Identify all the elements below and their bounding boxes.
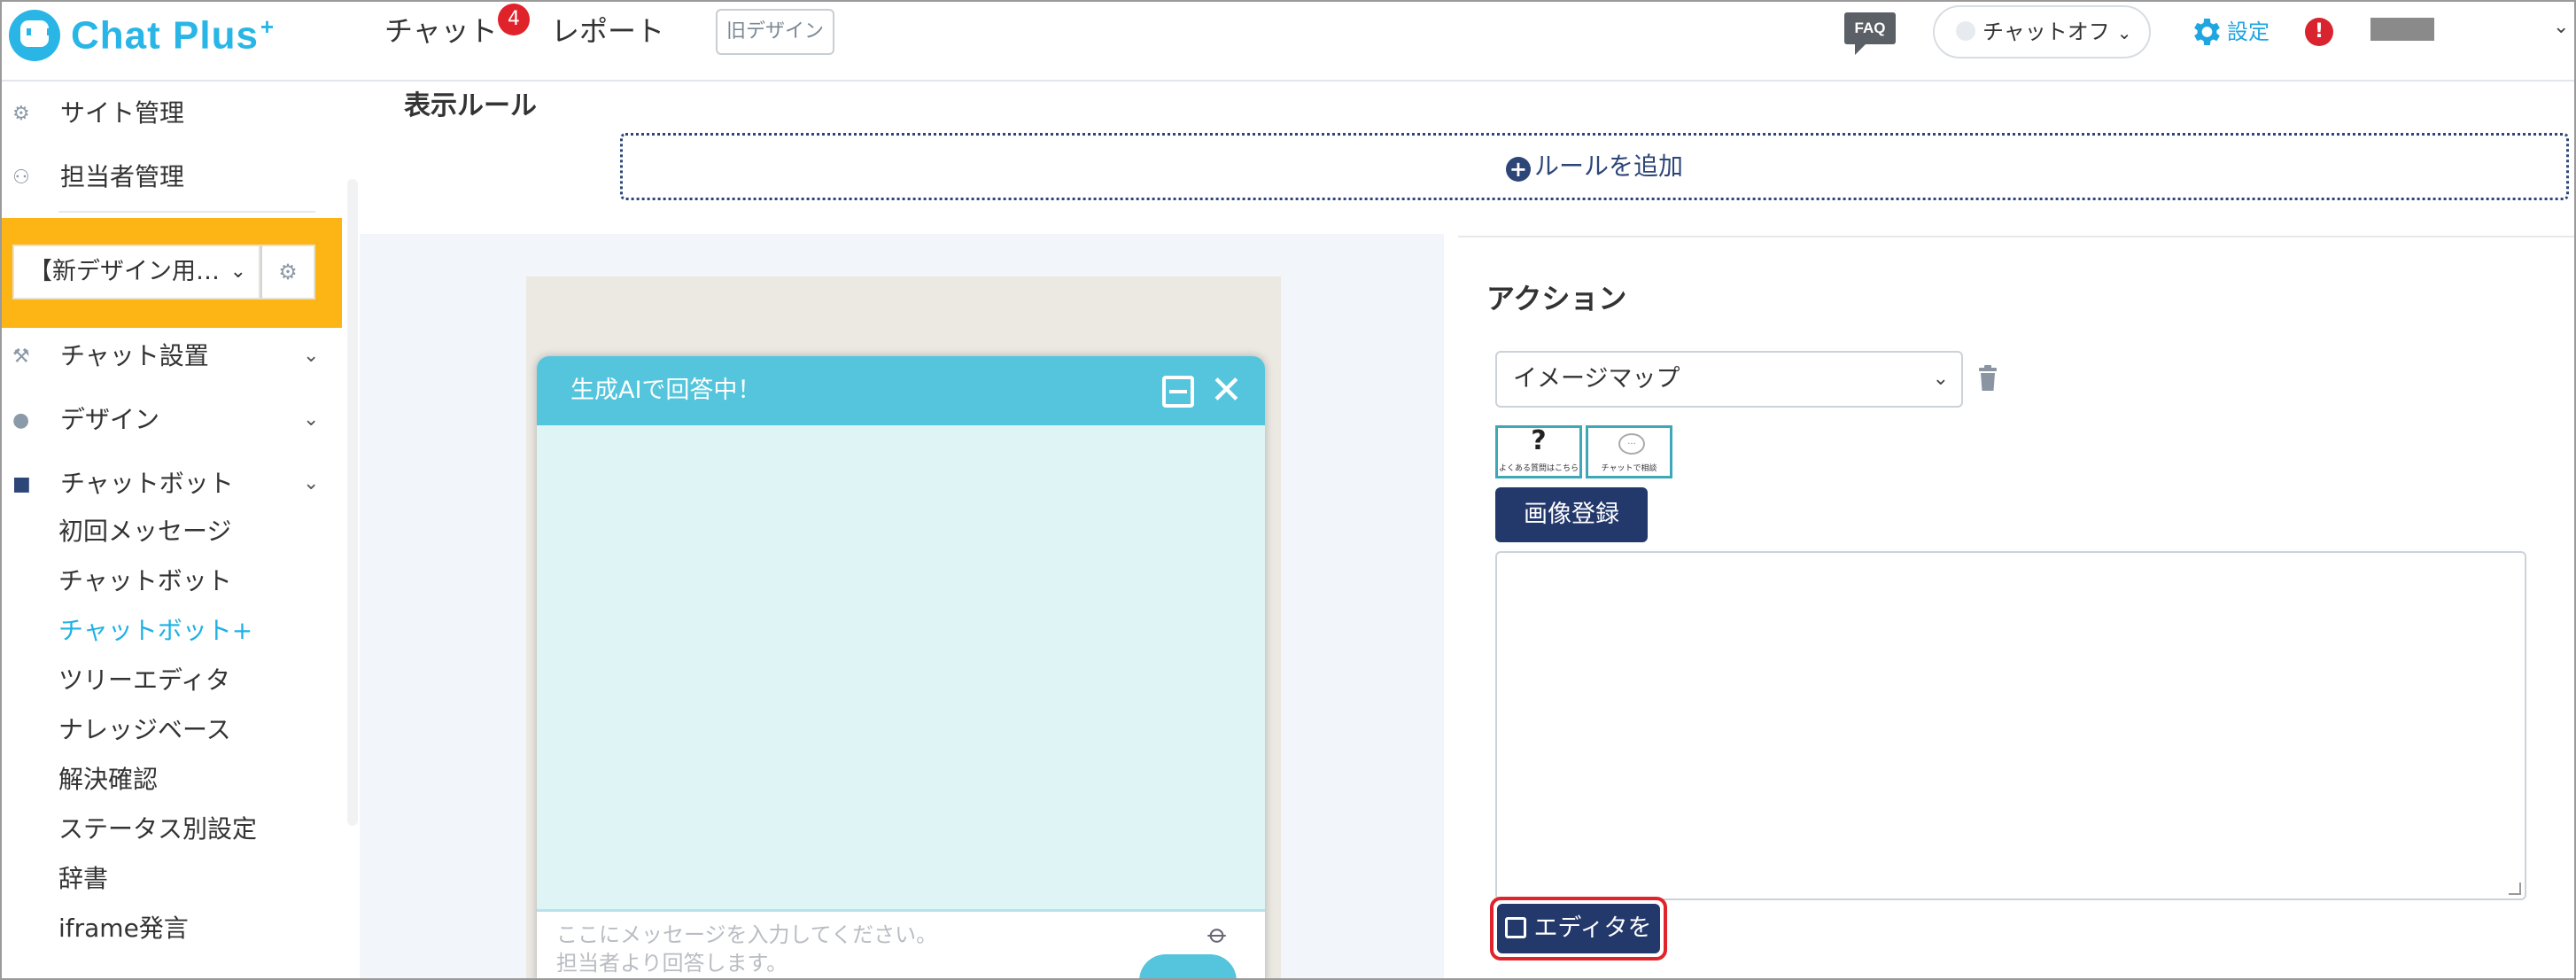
site-select-value: 【新デザイン用… xyxy=(28,258,220,285)
sidebar-item-design[interactable]: ● デザイン ⌄ xyxy=(2,393,342,447)
cog-icon: ⚙ xyxy=(12,103,30,125)
chat-input-placeholder: ここにメッセージを入力してください。 xyxy=(556,922,938,947)
image-register-button[interactable]: 画像登録 xyxy=(1495,487,1648,542)
faq-image-thumbnail[interactable]: ? よくある質問はこちら xyxy=(1495,425,1582,478)
chat-bubble-icon: ... xyxy=(1618,433,1645,455)
plus-circle-icon: + xyxy=(1505,157,1531,182)
status-dot-icon xyxy=(1956,21,1975,41)
thumbnail-caption: よくある質問はこちら xyxy=(1498,464,1579,473)
sidebar-divider xyxy=(58,211,315,213)
chat-plus-logo-icon xyxy=(9,10,60,61)
sidebar-sub-dictionary[interactable]: 辞書 xyxy=(58,854,108,904)
nav-chat[interactable]: チャット 4 xyxy=(384,4,530,53)
tools-icon: ⚒ xyxy=(12,346,30,368)
close-icon[interactable]: ✕ xyxy=(1210,369,1243,413)
sidebar-sub-knowledge-base[interactable]: ナレッジベース xyxy=(58,705,231,755)
sidebar-item-label: サイト管理 xyxy=(60,98,185,128)
action-type-select[interactable]: イメージマップ ⌄ xyxy=(1495,351,1963,408)
image-map-thumbnails: ? よくある質問はこちら ... チャットで相談 xyxy=(1495,425,1676,478)
chat-message-input[interactable]: ここにメッセージを入力してください。 担当者より回答します。 ⌀ xyxy=(537,909,1265,978)
chat-input-placeholder-sub: 担当者より回答します。 xyxy=(556,951,788,976)
chevron-down-icon: ⌄ xyxy=(1932,368,1949,390)
top-header: Chat Plus+ チャット 4 レポート 旧デザイン FAQ チャットオフ ⌄… xyxy=(2,2,2574,82)
chat-status-label: チャットオフ xyxy=(1982,19,2110,44)
paperclip-icon[interactable]: ⌀ xyxy=(1201,918,1235,952)
thumbnail-caption: チャットで相談 xyxy=(1601,464,1657,473)
add-rule-button[interactable]: + ルールを追加 xyxy=(620,133,2569,200)
sidebar-sub-status-settings[interactable]: ステータス別設定 xyxy=(58,805,257,854)
alert-icon[interactable]: ! xyxy=(2305,18,2333,46)
chevron-down-icon: ⌄ xyxy=(2116,22,2132,43)
nav-report[interactable]: レポート xyxy=(551,9,664,53)
sidebar-sub-tree-editor[interactable]: ツリーエディタ xyxy=(58,656,230,705)
chevron-down-icon: ⌄ xyxy=(303,345,320,367)
action-title: アクション xyxy=(1486,282,1627,315)
gear-icon xyxy=(2194,19,2220,45)
sidebar-sub-chatbot[interactable]: チャットボット xyxy=(58,556,232,606)
sidebar-item-label: チャットボット xyxy=(60,469,234,498)
display-rules-title: 表示ルール xyxy=(404,90,537,121)
sidebar-item-site-manage[interactable]: ⚙ サイト管理 xyxy=(2,87,342,140)
faq-icon[interactable]: FAQ xyxy=(1844,12,1896,55)
chat-widget-preview: 生成AIで回答中！ ✕ ここにメッセージを入力してください。 担当者より回答しま… xyxy=(537,356,1265,978)
send-button[interactable] xyxy=(1139,954,1237,978)
open-editor-label: エディタを開く xyxy=(1533,914,1652,980)
palette-icon: ● xyxy=(12,409,30,432)
sidebar-sub-chatbot-plus[interactable]: チャットボット+ xyxy=(58,606,252,656)
sidebar-item-label: 担当者管理 xyxy=(60,162,185,191)
minimize-icon[interactable] xyxy=(1162,376,1194,408)
open-editor-button[interactable]: エディタを開く xyxy=(1497,904,1660,978)
app-frame: Chat Plus+ チャット 4 レポート 旧デザイン FAQ チャットオフ ⌄… xyxy=(0,0,2576,980)
chat-consult-image-thumbnail[interactable]: ... チャットで相談 xyxy=(1586,425,1672,478)
chat-status-dropdown[interactable]: チャットオフ ⌄ xyxy=(1933,5,2151,58)
chevron-down-icon: ⌄ xyxy=(229,261,246,283)
question-mark-icon: ? xyxy=(1531,425,1547,456)
site-select-dropdown[interactable]: 【新デザイン用… ⌄ xyxy=(12,245,260,299)
settings-label: 設定 xyxy=(2227,19,2270,44)
chat-widget-title: 生成AIで回答中！ xyxy=(570,377,762,404)
sidebar-sub-iframe[interactable]: iframe発言 xyxy=(58,904,189,953)
sidebar-item-staff-manage[interactable]: ⚇ 担当者管理 xyxy=(2,151,342,204)
nav-chat-label: チャット xyxy=(384,14,498,48)
main-content: 表示ルール + ルールを追加 生成AIで回答中！ ✕ ここにメッセージを入力してく… xyxy=(360,83,2574,978)
user-cog-icon: ⚇ xyxy=(12,167,30,189)
open-editor-highlight: エディタを開く xyxy=(1490,897,1667,978)
site-selector-box: 【新デザイン用… ⌄ ⚙ xyxy=(2,218,342,328)
logo[interactable]: Chat Plus+ xyxy=(9,7,275,64)
old-design-button[interactable]: 旧デザイン xyxy=(716,9,834,55)
site-settings-gear-icon[interactable]: ⚙ xyxy=(260,245,315,299)
user-avatar[interactable] xyxy=(2370,18,2434,41)
sidebar: ⚙ サイト管理 ⚇ 担当者管理 【新デザイン用… ⌄ ⚙ ⚒ チャット設置 ⌄ … xyxy=(2,83,358,978)
resize-handle-icon[interactable] xyxy=(2509,883,2521,895)
logo-text: Chat Plus+ xyxy=(71,12,275,58)
trash-icon[interactable] xyxy=(1977,365,1998,392)
add-rule-label: ルールを追加 xyxy=(1533,152,1683,181)
settings-link[interactable]: 設定 xyxy=(2188,12,2270,51)
chevron-down-icon: ⌄ xyxy=(303,472,320,494)
sidebar-scrollbar[interactable] xyxy=(347,179,358,826)
sidebar-item-chatbot[interactable]: ■ チャットボット ⌄ xyxy=(2,457,342,510)
section-divider xyxy=(1458,236,2574,237)
chat-bubbles-icon: ■ xyxy=(12,473,31,495)
image-map-html-textarea[interactable] xyxy=(1495,551,2526,900)
external-link-icon xyxy=(1505,917,1527,938)
chevron-down-icon: ⌄ xyxy=(303,408,320,431)
action-type-value: イメージマップ xyxy=(1513,365,1680,393)
chat-widget-header: 生成AIで回答中！ ✕ xyxy=(537,356,1265,425)
user-menu-chevron-icon[interactable]: ⌄ xyxy=(2553,16,2569,38)
sidebar-sub-resolution-check[interactable]: 解決確認 xyxy=(58,755,158,805)
sidebar-item-chat-setup[interactable]: ⚒ チャット設置 ⌄ xyxy=(2,330,342,383)
sidebar-sub-first-message[interactable]: 初回メッセージ xyxy=(58,507,231,556)
chat-count-badge: 4 xyxy=(498,4,530,35)
sidebar-item-label: デザイン xyxy=(60,405,160,434)
sidebar-item-label: チャット設置 xyxy=(60,341,209,370)
